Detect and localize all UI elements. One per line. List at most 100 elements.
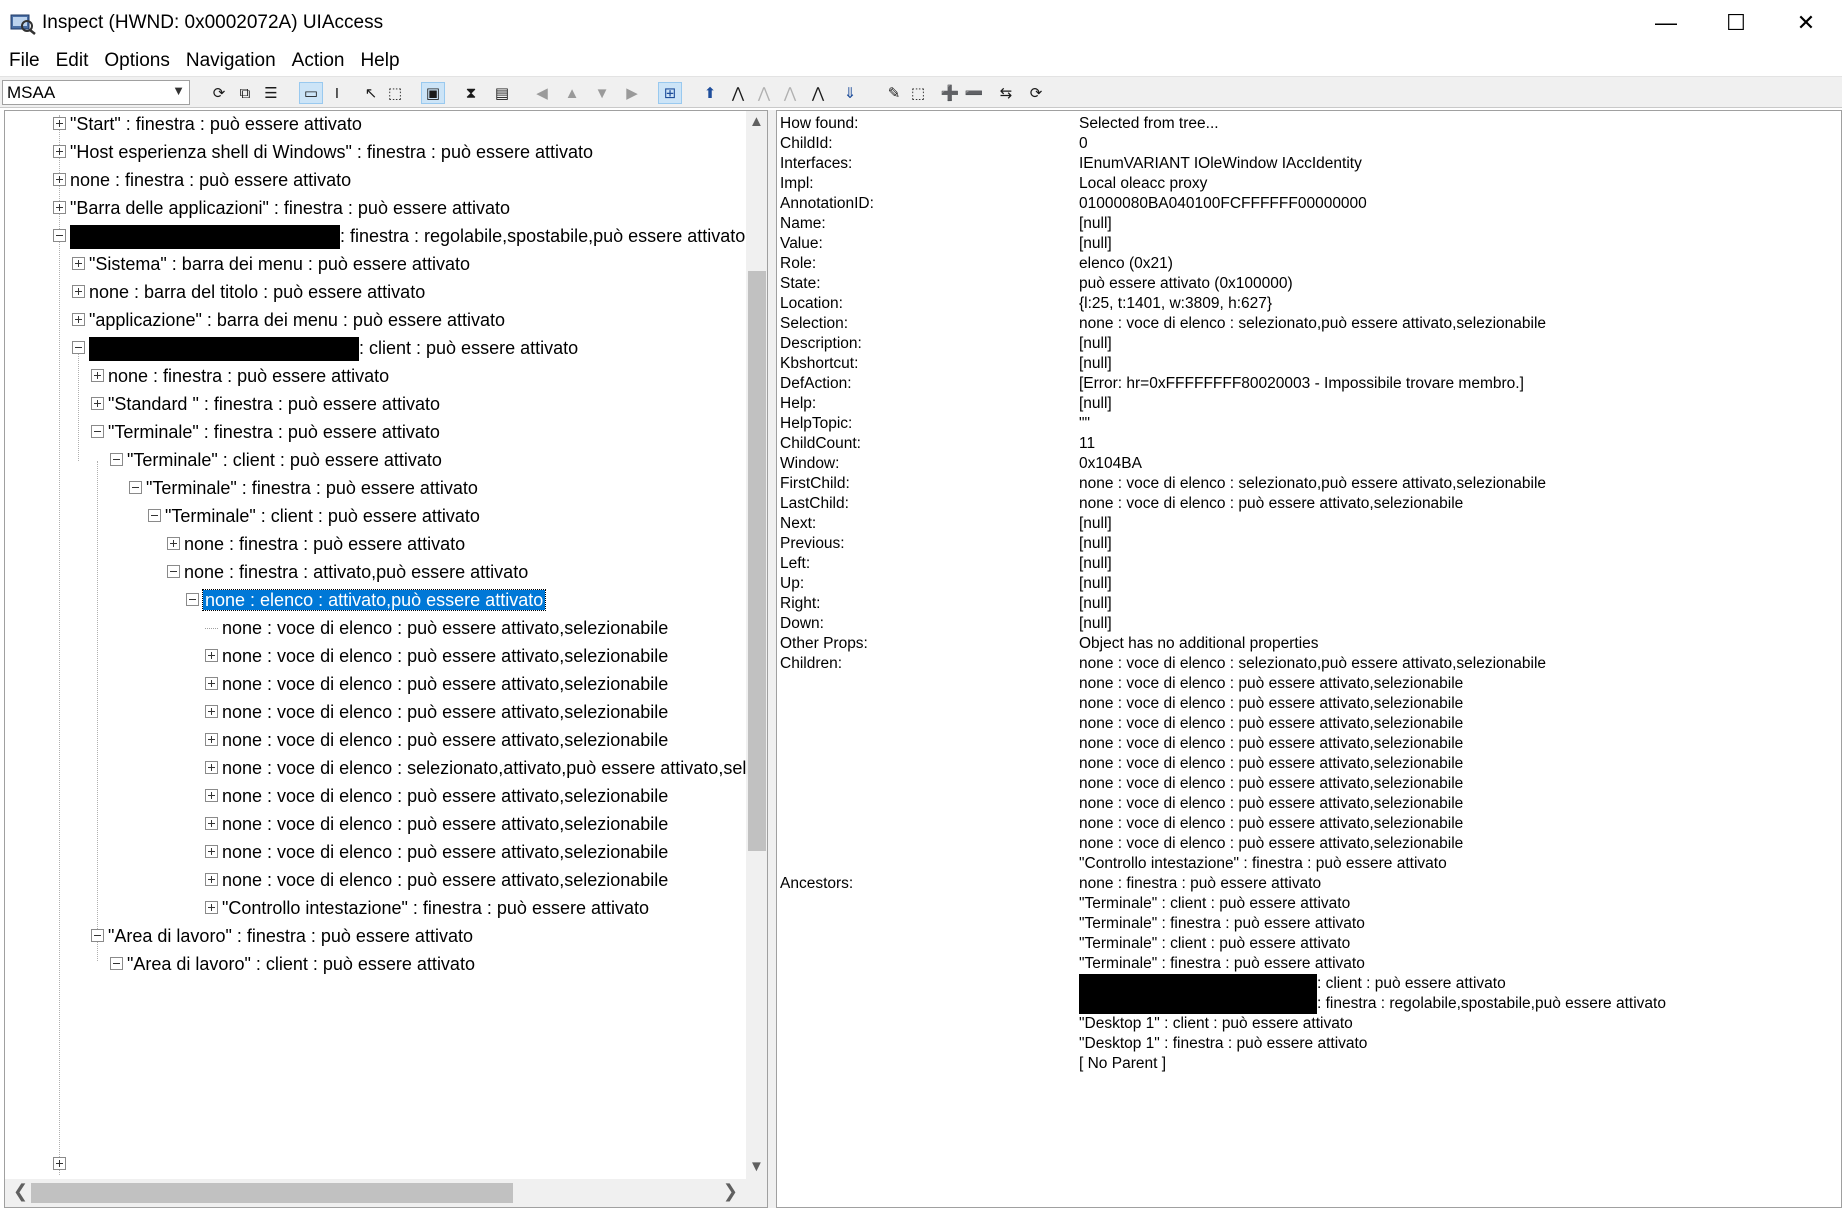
tree-node[interactable]: none : finestra : può essere attivato	[53, 167, 351, 193]
tree-node[interactable]: none : finestra : può essere attivato	[167, 531, 465, 557]
tree-node-label[interactable]: none : finestra : può essere attivato	[184, 534, 465, 554]
tree-node-label[interactable]: none : finestra : può essere attivato	[70, 170, 351, 190]
close-button[interactable]: ✕	[1771, 0, 1841, 46]
tree-node-label[interactable]: "Terminale" : finestra : può essere atti…	[108, 422, 440, 442]
tree-node[interactable]: "Terminale" : finestra : può essere atti…	[91, 419, 440, 445]
tree-node[interactable]: "Terminale" : client : può essere attiva…	[110, 447, 442, 473]
watch-caret-icon[interactable]: I	[325, 82, 349, 104]
tree-node-label[interactable]: "Barra delle applicazioni" : finestra : …	[70, 198, 510, 218]
expand-icon[interactable]	[205, 760, 218, 774]
collapse-icon[interactable]	[167, 564, 180, 578]
expand-icon[interactable]	[53, 172, 66, 186]
tree-node[interactable]: "Area di lavoro" : client : può essere a…	[110, 951, 475, 977]
tree-node-label[interactable]: : client : può essere attivato	[359, 338, 578, 358]
nav-back-icon[interactable]: ◀	[530, 82, 554, 104]
tree-view-icon[interactable]: ⊞	[658, 82, 682, 104]
expand-icon[interactable]	[205, 844, 218, 858]
tree-node-label[interactable]: none : voce di elenco : può essere attiv…	[222, 730, 668, 750]
expand-icon[interactable]	[205, 816, 218, 830]
tree-node[interactable]: none : finestra : può essere attivato	[91, 363, 389, 389]
menu-file[interactable]: File	[8, 50, 41, 72]
watch-cursor-icon[interactable]: ↖	[359, 82, 383, 104]
maximize-button[interactable]: ☐	[1701, 0, 1771, 46]
expand-icon[interactable]	[205, 676, 218, 690]
collapse-icon[interactable]	[186, 592, 199, 606]
expand-icon[interactable]	[205, 648, 218, 662]
tree-node[interactable]: "Barra delle applicazioni" : finestra : …	[53, 195, 510, 221]
collapse-icon[interactable]	[148, 508, 161, 522]
tree-node[interactable]: none : finestra : attivato,può essere at…	[167, 559, 528, 585]
collapse-icon[interactable]	[129, 480, 142, 494]
expand-icon[interactable]	[205, 900, 218, 914]
collapse-icon[interactable]	[72, 340, 85, 354]
tree-node[interactable]: none : voce di elenco : può essere attiv…	[205, 783, 668, 809]
copy-icon[interactable]: ⧉	[233, 82, 257, 104]
tree-node-label[interactable]: none : voce di elenco : può essere attiv…	[222, 674, 668, 694]
tree-node-label[interactable]: "Area di lavoro" : client : può essere a…	[127, 954, 475, 974]
collapse-icon[interactable]	[53, 228, 66, 242]
tree-node-label[interactable]: "applicazione" : barra dei menu : può es…	[89, 310, 505, 330]
expand-icon[interactable]	[167, 536, 180, 550]
expand-icon[interactable]	[205, 872, 218, 886]
tree-horizontal-scrollbar[interactable]: ❮ ❯	[5, 1179, 746, 1207]
mode-select[interactable]: MSAA ▼	[2, 80, 190, 105]
tree-node-label[interactable]: none : voce di elenco : può essere attiv…	[222, 842, 668, 862]
expand-icon[interactable]	[205, 704, 218, 718]
tree-node-label[interactable]: "Terminale" : finestra : può essere atti…	[146, 478, 478, 498]
scroll-up-icon[interactable]: ▲	[749, 113, 764, 130]
tree-node-label[interactable]: none : voce di elenco : può essere attiv…	[222, 618, 668, 638]
menu-edit[interactable]: Edit	[55, 50, 90, 72]
show-info-tooltip-icon[interactable]: ⧗	[459, 82, 483, 104]
do-default-action-icon[interactable]: ✎	[882, 82, 906, 104]
collapse-icon[interactable]	[110, 956, 123, 970]
parent-icon[interactable]: ⬆	[698, 82, 722, 104]
expand-icon[interactable]	[72, 284, 85, 298]
show-info-tooltip-2-icon[interactable]: ▤	[490, 82, 514, 104]
tree-node[interactable]: none : voce di elenco : selezionato,atti…	[205, 755, 767, 781]
tree-node[interactable]: none : voce di elenco : può essere attiv…	[205, 699, 668, 725]
tree-node-label[interactable]: "Terminale" : client : può essere attiva…	[127, 450, 442, 470]
tree-node-label[interactable]: "Controllo intestazione" : finestra : pu…	[222, 898, 649, 918]
title-bar[interactable]: Inspect (HWND: 0x0002072A) UIAccess — ☐ …	[0, 0, 1842, 46]
tree-node-label[interactable]: none : voce di elenco : può essere attiv…	[222, 646, 668, 666]
expand-icon[interactable]	[91, 396, 104, 410]
collapse-icon[interactable]	[91, 424, 104, 438]
tree-node-label[interactable]: "Area di lavoro" : finestra : può essere…	[108, 926, 473, 946]
tree-node-label[interactable]: "Host esperienza shell di Windows" : fin…	[70, 142, 593, 162]
tree-node-label[interactable]: : finestra : regolabile,spostabile,può e…	[340, 226, 745, 246]
tree-node[interactable]: none : voce di elenco : può essere attiv…	[205, 643, 668, 669]
next-sibling-icon[interactable]: ⋀	[778, 82, 802, 104]
first-child-icon[interactable]: ⋀	[726, 82, 750, 104]
refresh-list-icon[interactable]: ⟳	[1024, 82, 1048, 104]
select-remove-icon[interactable]: ➖	[962, 82, 986, 104]
tree-node-label[interactable]: none : voce di elenco : può essere attiv…	[222, 870, 668, 890]
tree-vertical-scrollbar[interactable]: ▲ ▼	[746, 111, 767, 1179]
tree-node[interactable]: "Controllo intestazione" : finestra : pu…	[205, 895, 649, 921]
scroll-left-icon[interactable]: ❮	[13, 1181, 28, 1202]
tree-node-label[interactable]: none : voce di elenco : può essere attiv…	[222, 786, 668, 806]
scroll-thumb-horizontal[interactable]	[31, 1183, 513, 1203]
nav-down-icon[interactable]: ▼	[590, 82, 614, 104]
tree-node[interactable]: "Terminale" : client : può essere attiva…	[148, 503, 480, 529]
tree-node[interactable]: none : voce di elenco : può essere attiv…	[205, 727, 668, 753]
tree-node-label[interactable]: none : finestra : può essere attivato	[108, 366, 389, 386]
highlight-rect-icon[interactable]: ▣	[421, 82, 445, 104]
menu-options[interactable]: Options	[103, 50, 170, 72]
last-child-icon[interactable]: ⋀	[806, 82, 830, 104]
tree-node[interactable]: none : barra del titolo : può essere att…	[72, 279, 425, 305]
scroll-down-icon[interactable]: ▼	[749, 1158, 764, 1175]
collapse-icon[interactable]	[110, 452, 123, 466]
expand-icon[interactable]	[53, 1156, 66, 1170]
tree-node-label[interactable]: none : voce di elenco : selezionato,atti…	[222, 758, 767, 778]
expand-icon[interactable]	[205, 732, 218, 746]
tree-node-label[interactable]: "Start" : finestra : può essere attivato	[70, 114, 362, 134]
collapse-icon[interactable]	[91, 928, 104, 942]
tree-node[interactable]: none : voce di elenco : può essere attiv…	[205, 811, 668, 837]
expand-icon[interactable]	[91, 368, 104, 382]
tree-node[interactable]: : client : può essere attivato	[72, 335, 578, 362]
watch-tooltip-icon[interactable]: ⬚	[383, 82, 407, 104]
watch-focus-icon[interactable]: ▭	[299, 82, 323, 104]
nav-up-icon[interactable]: ▲	[560, 82, 584, 104]
refresh-icon[interactable]: ⟳	[207, 82, 231, 104]
tree-node[interactable]: none : voce di elenco : può essere attiv…	[205, 867, 668, 893]
